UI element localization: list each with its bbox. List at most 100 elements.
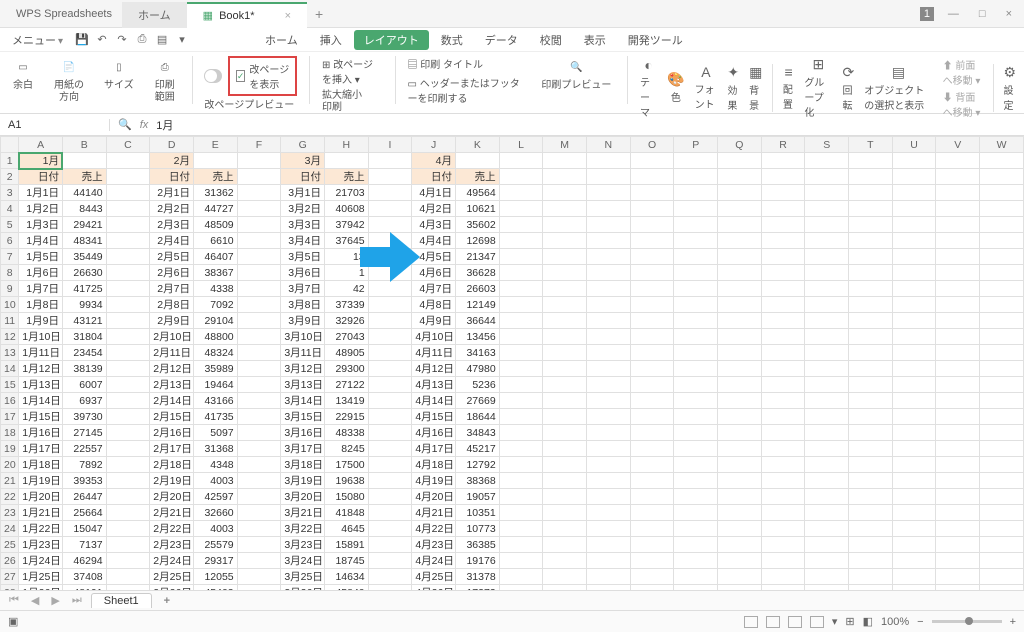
cell[interactable]: 18644	[456, 409, 500, 425]
cell[interactable]: 1月23日	[19, 537, 63, 553]
cell[interactable]: 売上	[456, 169, 500, 185]
cell[interactable]	[936, 185, 980, 201]
row-header[interactable]: 6	[1, 233, 19, 249]
cell[interactable]: 12698	[456, 233, 500, 249]
col-header[interactable]: D	[150, 137, 194, 153]
cell[interactable]	[237, 489, 281, 505]
cell[interactable]	[543, 217, 587, 233]
cell[interactable]	[543, 153, 587, 169]
cell[interactable]: 41848	[324, 505, 368, 521]
cell[interactable]	[499, 281, 543, 297]
view-pagebreak-icon[interactable]	[788, 616, 802, 628]
cell[interactable]	[499, 185, 543, 201]
col-header[interactable]: G	[281, 137, 325, 153]
cell[interactable]: 日付	[19, 169, 63, 185]
cell[interactable]	[543, 345, 587, 361]
row-header[interactable]: 23	[1, 505, 19, 521]
cell[interactable]	[849, 553, 893, 569]
cell[interactable]	[543, 265, 587, 281]
cell[interactable]	[237, 409, 281, 425]
cell[interactable]: 4月19日	[412, 473, 456, 489]
cell[interactable]	[106, 265, 150, 281]
zoom-slider[interactable]	[932, 620, 1002, 623]
cell[interactable]	[761, 569, 805, 585]
cell[interactable]	[499, 553, 543, 569]
col-header[interactable]: M	[543, 137, 587, 153]
cell[interactable]	[237, 569, 281, 585]
cell[interactable]	[936, 297, 980, 313]
cell[interactable]	[936, 505, 980, 521]
cell[interactable]	[761, 377, 805, 393]
cell[interactable]	[543, 281, 587, 297]
cell[interactable]: 10621	[456, 201, 500, 217]
cell[interactable]	[630, 169, 674, 185]
cell[interactable]	[674, 345, 718, 361]
cell[interactable]: 3月2日	[281, 201, 325, 217]
cell[interactable]	[237, 473, 281, 489]
cell[interactable]: 2月3日	[150, 217, 194, 233]
print-title-button[interactable]: ▤ 印刷 タイトル	[407, 56, 525, 71]
cell[interactable]: 3月6日	[281, 265, 325, 281]
cell[interactable]	[892, 425, 936, 441]
cell[interactable]	[368, 489, 412, 505]
cell[interactable]: 47980	[456, 361, 500, 377]
cell[interactable]: 1月12日	[19, 361, 63, 377]
cell[interactable]	[368, 505, 412, 521]
view-dropdown-icon[interactable]: ▾	[832, 615, 838, 628]
cell[interactable]: 29421	[62, 217, 106, 233]
cell[interactable]: 1月25日	[19, 569, 63, 585]
cell[interactable]: 4月16日	[412, 425, 456, 441]
cell[interactable]: 26630	[62, 265, 106, 281]
cell[interactable]	[936, 553, 980, 569]
cell[interactable]: 37339	[324, 297, 368, 313]
cell[interactable]	[630, 377, 674, 393]
cell[interactable]	[106, 169, 150, 185]
cell[interactable]	[761, 233, 805, 249]
cell[interactable]	[980, 489, 1024, 505]
cell[interactable]	[587, 345, 631, 361]
bring-forward-button[interactable]: ⬆ 前面へ移動 ▾	[943, 57, 983, 87]
grid-table[interactable]: A B C D E F G H I J K L M N O P Q R S T …	[0, 136, 1024, 590]
cell[interactable]	[368, 521, 412, 537]
page-break-toggle[interactable]	[204, 69, 221, 83]
cell[interactable]: 4月22日	[412, 521, 456, 537]
cell[interactable]: 3月8日	[281, 297, 325, 313]
cell[interactable]	[543, 361, 587, 377]
col-header[interactable]: B	[62, 137, 106, 153]
cell[interactable]	[587, 473, 631, 489]
cell[interactable]	[718, 169, 762, 185]
cell[interactable]	[761, 201, 805, 217]
cell[interactable]: 2月9日	[150, 313, 194, 329]
cell[interactable]	[936, 265, 980, 281]
cell[interactable]: 26603	[456, 281, 500, 297]
cell[interactable]: 4月	[412, 153, 456, 169]
cell[interactable]	[761, 249, 805, 265]
row-header[interactable]: 26	[1, 553, 19, 569]
maximize-button[interactable]: □	[973, 6, 992, 22]
insert-page-break-button[interactable]: ⊞ 改ページを挿入 ▾	[322, 56, 383, 86]
cell[interactable]	[630, 249, 674, 265]
cell[interactable]	[368, 217, 412, 233]
cell[interactable]	[718, 553, 762, 569]
cell[interactable]	[805, 265, 849, 281]
cell[interactable]: 1月5日	[19, 249, 63, 265]
cell[interactable]	[892, 361, 936, 377]
cell[interactable]: 3月9日	[281, 313, 325, 329]
cell[interactable]	[630, 393, 674, 409]
cell[interactable]	[543, 297, 587, 313]
cell[interactable]	[936, 473, 980, 489]
cell[interactable]	[499, 169, 543, 185]
cell[interactable]	[892, 281, 936, 297]
cell[interactable]	[892, 521, 936, 537]
cell[interactable]: 18745	[324, 553, 368, 569]
cell[interactable]	[761, 441, 805, 457]
cell[interactable]	[718, 569, 762, 585]
theme-button[interactable]: ◐テーマ	[640, 57, 657, 119]
cell[interactable]	[936, 233, 980, 249]
cell[interactable]	[761, 329, 805, 345]
cell[interactable]: 1月3日	[19, 217, 63, 233]
cell[interactable]: 1月26日	[19, 585, 63, 591]
cell[interactable]	[674, 361, 718, 377]
row-header[interactable]: 25	[1, 537, 19, 553]
cell[interactable]	[718, 537, 762, 553]
